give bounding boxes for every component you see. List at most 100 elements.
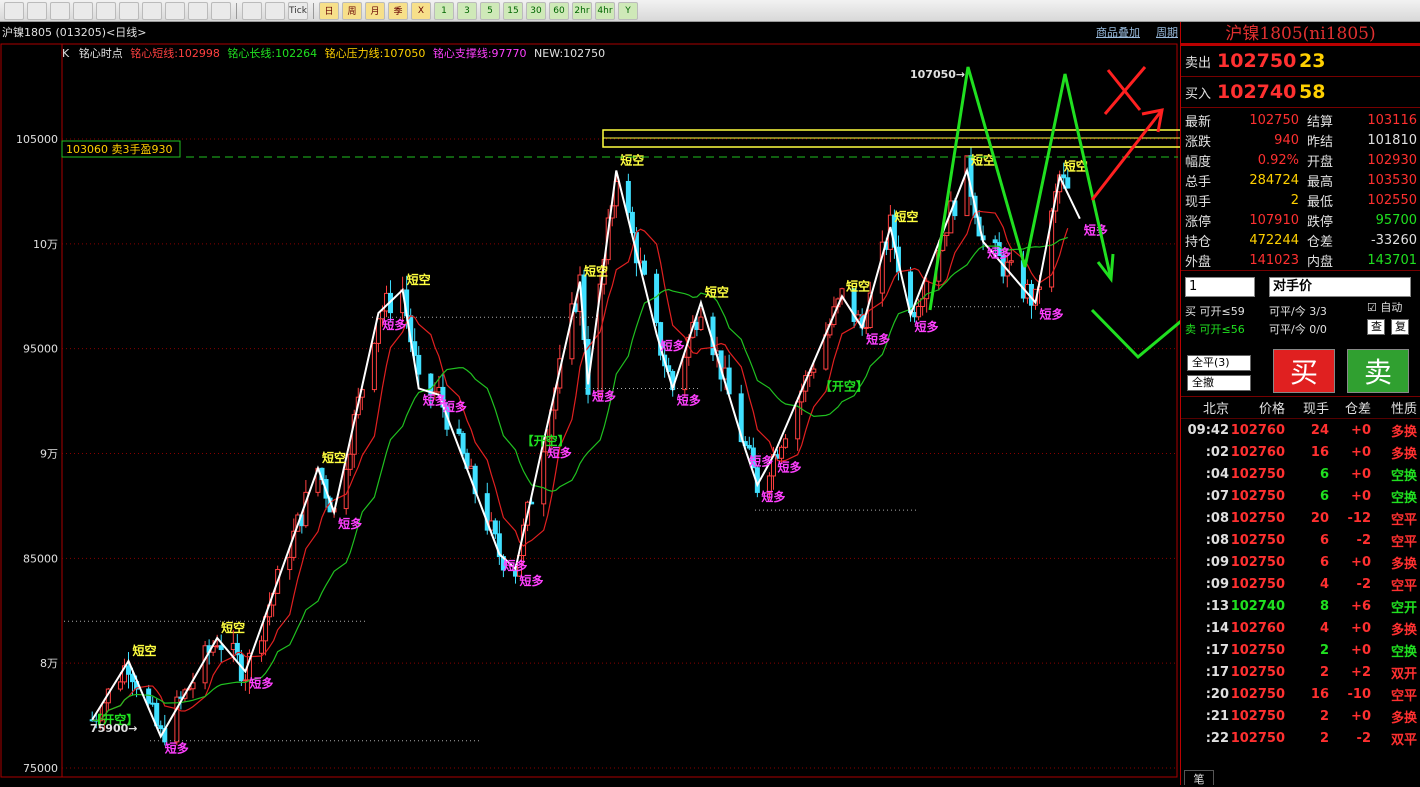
- stat-label: 涨跌: [1185, 134, 1212, 150]
- signal-open-short: 【开空】: [522, 433, 570, 448]
- candle-body: [944, 232, 950, 236]
- close-all-button[interactable]: 全平(3): [1187, 355, 1251, 371]
- candle-body: [625, 180, 631, 213]
- tick-row: :20 102750 16 -10 空平: [1181, 683, 1420, 705]
- buy-quote[interactable]: 买入 102740 58: [1181, 77, 1420, 108]
- tick-volume: 16: [1310, 444, 1329, 460]
- candle-body: [694, 321, 700, 330]
- drawn-red-arrow: [1090, 109, 1164, 201]
- ticks-col-header: 现手: [1302, 402, 1329, 417]
- zoom-in-icon[interactable]: [96, 1, 116, 20]
- quantity-input[interactable]: 1: [1185, 277, 1255, 297]
- home-icon[interactable]: [4, 1, 24, 20]
- signal-open-short: 【开空】: [820, 378, 868, 393]
- book-icon[interactable]: [73, 1, 93, 20]
- candle-body: [916, 305, 922, 318]
- legend-k: K: [62, 47, 70, 60]
- season-icon[interactable]: 季: [388, 1, 408, 20]
- signal-long: 短多: [382, 317, 406, 332]
- sell-quote[interactable]: 卖出 102750 23: [1181, 46, 1420, 77]
- legend-short: 铭心短线:102998: [130, 47, 220, 60]
- toolbar-separator: [313, 2, 314, 19]
- chart-links: 商品叠加 周期: [1096, 24, 1178, 40]
- sell-price[interactable]: 102750: [1217, 50, 1299, 72]
- paint-icon[interactable]: [188, 1, 208, 20]
- window-icon[interactable]: [50, 1, 70, 20]
- period-link[interactable]: 周期: [1156, 24, 1178, 40]
- tick-price: 102750: [1230, 642, 1285, 658]
- tick-row: :22 102750 2 -2 双平: [1181, 727, 1420, 749]
- period-30min-button[interactable]: 30: [526, 1, 546, 20]
- kline-chart-panel[interactable]: 10500010万950009万850008万75000日线2017060809…: [0, 22, 1180, 785]
- month-icon[interactable]: 月: [365, 1, 385, 20]
- week-icon[interactable]: 周: [342, 1, 362, 20]
- tick-volume: 2: [1319, 730, 1329, 746]
- candle-body: [1008, 260, 1014, 263]
- signal-long: 短多: [761, 489, 785, 504]
- price-type-select[interactable]: 对手价: [1269, 277, 1411, 297]
- tick-volume: 20: [1310, 510, 1329, 526]
- tick-oi-change: -10: [1347, 686, 1372, 702]
- period-Y-button[interactable]: Y: [618, 1, 638, 20]
- candle-body: [863, 327, 869, 330]
- pen-icon[interactable]: [165, 1, 185, 20]
- tick-volume: 2: [1319, 642, 1329, 658]
- y-tick-label: 10万: [33, 238, 58, 251]
- tick-oi-change: +0: [1351, 554, 1371, 570]
- tick-price: 102750: [1230, 510, 1285, 526]
- copy-button[interactable]: 复: [1391, 319, 1409, 335]
- tick-time: :14: [1205, 620, 1229, 636]
- table-icon[interactable]: [242, 1, 262, 20]
- period-2hr-button[interactable]: 2hr: [572, 1, 592, 20]
- tick-row: :21 102750 2 +0 多换: [1181, 705, 1420, 727]
- tick-nature: 空开: [1390, 600, 1417, 616]
- layout-icon[interactable]: [142, 1, 162, 20]
- save-icon[interactable]: [27, 1, 47, 20]
- sell-button[interactable]: 卖: [1347, 349, 1409, 393]
- signal-short: 短空: [971, 152, 995, 167]
- day-icon[interactable]: 日: [319, 1, 339, 20]
- signal-long: 短多: [503, 558, 527, 573]
- overlay-link[interactable]: 商品叠加: [1096, 24, 1140, 40]
- buy-button[interactable]: 买: [1273, 349, 1335, 393]
- indicator-legend: K 铭心时点 铭心短线:102998 铭心长线:102264 铭心压力线:107…: [62, 45, 605, 61]
- tick-volume: 16: [1310, 686, 1329, 702]
- tick-row: :09 102750 6 +0 多换: [1181, 551, 1420, 573]
- year-icon[interactable]: X: [411, 1, 431, 20]
- period-3min-button[interactable]: 3: [457, 1, 477, 20]
- candle-body: [218, 645, 224, 651]
- stat-value: 102750: [1249, 112, 1299, 128]
- tick-oi-change: -2: [1356, 576, 1371, 592]
- tick-oi-change: +0: [1351, 488, 1371, 504]
- chart-icon[interactable]: [265, 1, 285, 20]
- tick-icon[interactable]: Tick: [288, 1, 308, 20]
- ticks-header: 北京 价格 现手 仓差 性质: [1181, 397, 1420, 419]
- stat-label-right: 跌停: [1307, 214, 1334, 230]
- zoom-out-icon[interactable]: [119, 1, 139, 20]
- signal-long: 短多: [749, 453, 773, 468]
- tab-ticks[interactable]: 笔: [1184, 770, 1214, 786]
- cancel-all-button[interactable]: 全撤: [1187, 375, 1251, 391]
- query-button[interactable]: 查: [1367, 319, 1385, 335]
- quote-stats: 最新 102750 结算 103116 涨跌 940 昨结 101810 幅度 0.92% 开盘 10…: [1181, 108, 1420, 271]
- period-1min-button[interactable]: 1: [434, 1, 454, 20]
- tick-oi-change: +0: [1351, 466, 1371, 482]
- auto-checkbox[interactable]: ☑ 自动: [1367, 299, 1402, 315]
- period-5min-button[interactable]: 5: [480, 1, 500, 20]
- tick-row: :07 102750 6 +0 空换: [1181, 485, 1420, 507]
- stat-label-right: 最高: [1307, 174, 1334, 190]
- period-15min-button[interactable]: 15: [503, 1, 523, 20]
- candle-body: [287, 556, 293, 571]
- tick-volume: 4: [1319, 620, 1329, 636]
- candle-body: [964, 155, 970, 217]
- stat-row: 幅度 0.92% 开盘 102930: [1183, 150, 1418, 170]
- tick-row: :14 102760 4 +0 多换: [1181, 617, 1420, 639]
- tick-price: 102750: [1230, 576, 1285, 592]
- kline-chart[interactable]: 10500010万950009万850008万75000日线2017060809…: [0, 22, 1180, 785]
- filter-icon[interactable]: [211, 1, 231, 20]
- buy-price[interactable]: 102740: [1217, 81, 1299, 103]
- period-60min-button[interactable]: 60: [549, 1, 569, 20]
- period-4hr-button[interactable]: 4hr: [595, 1, 615, 20]
- tick-row: :04 102750 6 +0 空换: [1181, 463, 1420, 485]
- signal-short: 短空: [132, 643, 156, 658]
